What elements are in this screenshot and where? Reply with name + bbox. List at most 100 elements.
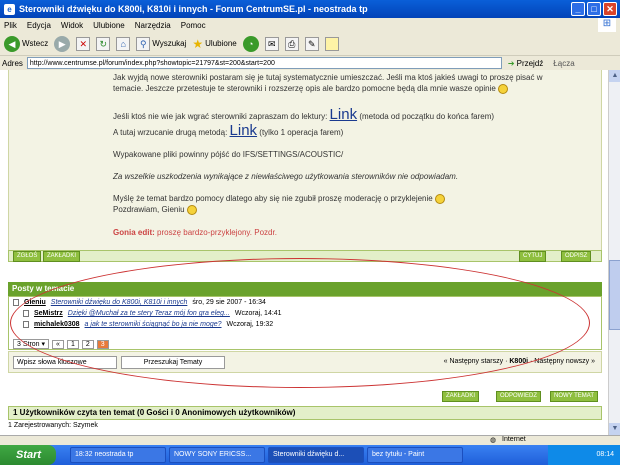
page-1[interactable]: 1 — [66, 339, 79, 349]
topic-nav: « Następny starszy · K800i · Następny no… — [443, 358, 595, 365]
quote-button[interactable]: CYTUJ — [519, 251, 547, 262]
current-forum[interactable]: K800i — [509, 358, 528, 365]
back-button[interactable]: ◀ Wstecz — [4, 35, 49, 52]
row-author[interactable]: Gieniu — [24, 299, 46, 306]
status-bar: ◍ Internet — [0, 435, 620, 445]
task-neostrada[interactable]: 18:32 neostrada tp — [70, 447, 166, 463]
search-topics-button[interactable]: Przeszukaj Tematy — [121, 356, 225, 369]
address-bar: Adres http://www.centrumse.pl/forum/inde… — [0, 56, 620, 70]
link-method-1[interactable]: Link — [330, 106, 358, 123]
bookmark-button[interactable]: ZAKŁADKI — [43, 251, 81, 262]
document-icon — [13, 299, 19, 306]
page-viewport: Jak wyjdą nowe sterowniki postaram się j… — [0, 70, 608, 435]
menu-widok[interactable]: Widok — [61, 21, 83, 30]
post-text: (tylko 1 operacja farem) — [259, 128, 344, 137]
back-arrow-icon: ◀ — [4, 35, 20, 52]
new-topic-button[interactable]: NOWY TEMAT — [550, 391, 599, 402]
go-button[interactable]: ➔ Przejdź — [508, 59, 543, 68]
status-zone: Internet — [502, 436, 526, 443]
topic-row[interactable]: Gieniu Sterowniki dźwięku do K800i, K810… — [13, 299, 266, 306]
row-date: Wczoraj, 14:41 — [234, 310, 282, 317]
task-sterowniki[interactable]: Sterowniki dźwięku d... — [268, 447, 364, 463]
address-input[interactable]: http://www.centrumse.pl/forum/index.php?… — [26, 57, 502, 69]
row-author[interactable]: SeMistrz — [34, 310, 63, 317]
forum-post: Jak wyjdą nowe sterowniki postaram się j… — [8, 70, 602, 250]
keyword-input[interactable]: Wpisz słowa kluczowe — [13, 356, 117, 369]
report-button[interactable]: ZGŁOŚ — [13, 251, 42, 262]
scroll-thumb[interactable] — [609, 260, 620, 330]
scroll-up-icon[interactable]: ▲ — [609, 70, 620, 82]
window-controls: _ □ ✕ — [571, 2, 617, 16]
pages-dropdown[interactable]: 3 Stron ▾ — [13, 339, 50, 349]
links-label[interactable]: Łącza — [553, 59, 574, 68]
reply-button[interactable]: ODPISZ — [561, 251, 592, 262]
home-icon[interactable]: ⌂ — [116, 36, 131, 51]
link-method-2[interactable]: Link — [230, 122, 258, 139]
page-3[interactable]: 3 — [96, 339, 109, 349]
search-button[interactable]: ⚲ Wyszukaj — [136, 36, 187, 51]
ie-icon: e — [4, 3, 15, 15]
pages-label: 3 Stron — [17, 341, 40, 348]
task-paint[interactable]: bez tytułu - Paint — [367, 447, 463, 463]
reply-topic-button[interactable]: ODPOWIEDZ — [496, 391, 541, 402]
readers-heading: 1 Użytkowników czyta ten temat (0 Gości … — [8, 406, 602, 420]
start-button[interactable]: Start — [0, 445, 56, 465]
toolbar: ◀ Wstecz ▶ ✕ ↻ ⌂ ⚲ Wyszukaj ★ Ulubione ◔… — [0, 32, 620, 56]
post-line: Za wszelkie uszkodzenia wynikające z nie… — [113, 172, 459, 181]
print-icon[interactable]: ⎙ — [284, 36, 299, 51]
edit-icon[interactable]: ✎ — [304, 36, 319, 51]
search-nav-row: Wpisz słowa kluczowe Przeszukaj Tematy «… — [8, 351, 602, 373]
prev-topic-link[interactable]: « Następny starszy — [444, 358, 504, 365]
mail-icon[interactable]: ✉ — [264, 36, 279, 51]
posts-in-topic-box: Gieniu Sterowniki dźwięku do K800i, K810… — [8, 296, 602, 350]
post-text: Jeśli ktoś nie wie jak wgrać sterowniki … — [113, 112, 328, 121]
scroll-down-icon[interactable]: ▼ — [609, 423, 620, 435]
row-title[interactable]: Dzięki @Muchał za te stery Teraz mój fon… — [68, 310, 230, 317]
post-action-bar: ZGŁOŚ ZAKŁADKI CYTUJ ODPISZ — [8, 250, 602, 262]
search-label: Wyszukaj — [152, 39, 187, 48]
page-first[interactable]: « — [52, 339, 64, 349]
posts-in-topic-heading: Posty w temacie — [8, 282, 602, 296]
page-2[interactable]: 2 — [81, 339, 94, 349]
menu-edycja[interactable]: Edycja — [27, 21, 51, 30]
menu-ulubione[interactable]: Ulubione — [93, 21, 125, 30]
back-label: Wstecz — [22, 39, 49, 48]
system-tray: 08:14 — [548, 445, 620, 465]
post-text: A tutaj wrzucanie drugą metodą: — [113, 128, 228, 137]
go-arrow-icon: ➔ — [507, 58, 515, 68]
topic-row[interactable]: michalek0308 a jak te sterowniki ściągną… — [23, 321, 273, 328]
row-author[interactable]: michalek0308 — [34, 321, 80, 328]
post-text: Pozdrawiam, Gieniu — [113, 205, 185, 215]
post-line: temacie. Jeszcze przetestuje te sterowni… — [113, 84, 509, 94]
vertical-scrollbar[interactable]: ▲ ▼ — [608, 70, 620, 435]
windows-logo-icon: ⊞ — [598, 18, 616, 32]
globe-icon: ◍ — [490, 437, 497, 444]
menu-narzedzia[interactable]: Narzędzia — [135, 21, 171, 30]
history-icon[interactable]: ◔ — [242, 35, 259, 52]
topic-row[interactable]: SeMistrz Dzięki @Muchał za te stery Tera… — [23, 310, 282, 317]
messenger-icon[interactable] — [324, 36, 339, 51]
bookmarks-button[interactable]: ZAKŁADKI — [442, 391, 480, 402]
minimize-button[interactable]: _ — [571, 2, 585, 16]
post-line: A tutaj wrzucanie drugą metodą: Link (ty… — [113, 122, 343, 139]
task-sony[interactable]: NOWY SONY ERICSS... — [169, 447, 265, 463]
favorites-button[interactable]: ★ Ulubione — [192, 37, 236, 51]
close-button[interactable]: ✕ — [603, 2, 617, 16]
menu-pomoc[interactable]: Pomoc — [181, 21, 206, 30]
menu-plik[interactable]: Plik — [4, 21, 17, 30]
row-title[interactable]: a jak te sterowniki ściągnąć bo ja nie m… — [85, 321, 222, 328]
post-line: Jak wyjdą nowe sterowniki postaram się j… — [113, 73, 543, 82]
stop-icon[interactable]: ✕ — [76, 36, 91, 51]
document-icon — [23, 321, 29, 328]
post-line: Pozdrawiam, Gieniu — [113, 205, 197, 215]
next-topic-link[interactable]: Następny nowszy » — [534, 358, 595, 365]
row-date: śro, 29 sie 2007 - 16:34 — [192, 299, 266, 306]
forward-button[interactable]: ▶ — [54, 35, 71, 52]
menu-bar: Plik Edycja Widok Ulubione Narzędzia Pom… — [0, 18, 620, 32]
refresh-icon[interactable]: ↻ — [96, 36, 111, 51]
document-icon — [23, 310, 29, 317]
edit-text: proszę bardzo-przyklejony. Pozdr. — [157, 228, 277, 237]
maximize-button[interactable]: □ — [587, 2, 601, 16]
favorites-label: Ulubione — [205, 39, 237, 48]
row-title[interactable]: Sterowniki dźwięku do K800i, K810i i inn… — [51, 299, 188, 306]
